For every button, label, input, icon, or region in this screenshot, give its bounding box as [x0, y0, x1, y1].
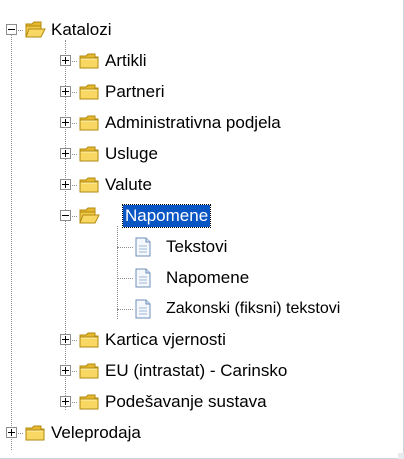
document-icon: [134, 299, 152, 319]
document-icon: [134, 237, 152, 257]
folder-icon: [78, 144, 100, 164]
tree-node-label: Veleprodaja: [51, 423, 141, 442]
tree-node-label: Administrativna podjela: [105, 113, 281, 132]
tree-node-label: Katalozi: [51, 20, 112, 39]
tree-node-tekstovi[interactable]: Tekstovi: [0, 232, 404, 262]
tree-node-label: Artikli: [105, 51, 147, 70]
collapse-icon[interactable]: [60, 210, 71, 221]
expand-icon[interactable]: [60, 55, 71, 66]
tree-node-eu-intrastat[interactable]: EU (intrastat) - Carinsko: [0, 356, 404, 386]
expand-icon[interactable]: [60, 334, 71, 345]
folder-icon: [78, 392, 100, 412]
folder-icon: [78, 82, 100, 102]
tree-node-napomene-doc[interactable]: Napomene: [0, 263, 404, 293]
expand-icon[interactable]: [60, 179, 71, 190]
tree-node-podesavanje-sustava[interactable]: Podešavanje sustava: [0, 387, 404, 417]
tree-node-label: Kartica vjernosti: [105, 330, 226, 349]
tree-node-usluge[interactable]: Usluge: [0, 139, 404, 169]
tree-node-katalozi[interactable]: Katalozi: [0, 15, 404, 45]
expand-icon[interactable]: [6, 427, 17, 438]
tree-node-label: Tekstovi: [166, 237, 228, 256]
folder-icon: [78, 330, 100, 350]
expand-icon[interactable]: [60, 396, 71, 407]
folder-open-icon: [24, 20, 46, 40]
folder-icon: [78, 361, 100, 381]
tree-node-label: Napomene: [166, 268, 250, 287]
folder-open-icon: [78, 206, 100, 226]
expand-icon[interactable]: [60, 148, 71, 159]
tree-node-label: Partneri: [105, 82, 165, 101]
folder-icon: [78, 113, 100, 133]
tree-node-label: Podešavanje sustava: [105, 392, 267, 411]
tree-connector: [117, 309, 133, 310]
document-icon: [134, 268, 152, 288]
folder-icon: [24, 423, 46, 443]
tree-connector: [117, 247, 133, 248]
tree-node-napomene[interactable]: Napomene: [0, 201, 404, 231]
tree-node-artikli[interactable]: Artikli: [0, 46, 404, 76]
tree-node-administrativna-podjela[interactable]: Administrativna podjela: [0, 108, 404, 138]
tree-node-label: Usluge: [105, 144, 158, 163]
tree-node-label-selected: Napomene: [121, 204, 212, 228]
tree-node-label: Valute: [105, 175, 152, 194]
tree-node-kartica-vjernosti[interactable]: Kartica vjernosti: [0, 325, 404, 355]
tree-node-partneri[interactable]: Partneri: [0, 77, 404, 107]
tree-view-panel: Katalozi Artikli Partneri Administrativn…: [0, 0, 404, 459]
tree-node-zakonski-tekstovi[interactable]: Zakonski (fiksni) tekstovi: [0, 294, 404, 324]
expand-icon[interactable]: [60, 365, 71, 376]
tree-node-label: Zakonski (fiksni) tekstovi: [166, 300, 341, 317]
tree-node-label: EU (intrastat) - Carinsko: [105, 361, 288, 380]
folder-icon: [78, 51, 100, 71]
folder-icon: [78, 175, 100, 195]
tree-node-veleprodaja[interactable]: Veleprodaja: [0, 418, 404, 448]
expand-icon[interactable]: [60, 117, 71, 128]
collapse-icon[interactable]: [6, 24, 17, 35]
tree-node-valute[interactable]: Valute: [0, 170, 404, 200]
tree-connector: [117, 278, 133, 279]
expand-icon[interactable]: [60, 86, 71, 97]
